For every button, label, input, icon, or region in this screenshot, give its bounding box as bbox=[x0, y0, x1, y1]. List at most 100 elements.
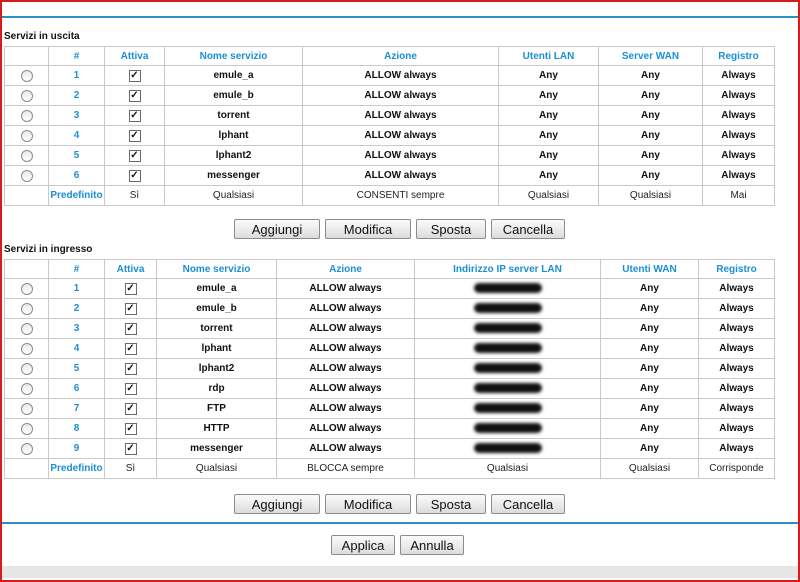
active-checkbox[interactable]: ✓ bbox=[124, 422, 137, 435]
lan-server-ip-cell bbox=[414, 358, 601, 379]
table-header-row: # Attiva Nome servizio Azione Utenti LAN… bbox=[4, 46, 775, 66]
active-checkbox[interactable]: ✓ bbox=[124, 402, 137, 415]
row-number: 2 bbox=[48, 85, 105, 106]
outgoing-delete-button[interactable]: Cancella bbox=[491, 219, 565, 239]
row-select-radio[interactable] bbox=[20, 402, 33, 415]
active-checkbox[interactable]: ✓ bbox=[124, 342, 137, 355]
bottom-bar bbox=[2, 566, 798, 578]
cancel-button[interactable]: Annulla bbox=[400, 535, 464, 555]
row-select-radio[interactable] bbox=[20, 149, 33, 162]
row-select-radio[interactable] bbox=[20, 129, 33, 142]
active-checkbox[interactable]: ✓ bbox=[124, 302, 137, 315]
row-select-radio[interactable] bbox=[20, 342, 33, 355]
row-select-radio[interactable] bbox=[20, 382, 33, 395]
default-label: Predefinito bbox=[48, 185, 105, 206]
incoming-edit-button[interactable]: Modifica bbox=[325, 494, 411, 514]
redacted-ip-address bbox=[473, 443, 542, 454]
row-number: 3 bbox=[48, 105, 105, 126]
active-checkbox[interactable]: ✓ bbox=[128, 129, 141, 142]
active-cell: ✓ bbox=[104, 65, 165, 86]
wan-server: Any bbox=[598, 105, 703, 126]
default-row: Predefinito Sì Qualsiasi CONSENTI sempre Qua… bbox=[4, 185, 775, 206]
row-select-cell bbox=[4, 298, 49, 319]
default-active: Sì bbox=[104, 458, 157, 479]
row-select-cell bbox=[4, 125, 49, 146]
active-checkbox[interactable]: ✓ bbox=[124, 442, 137, 455]
active-cell: ✓ bbox=[104, 145, 165, 166]
log: Always bbox=[698, 378, 775, 399]
outgoing-move-button[interactable]: Sposta bbox=[416, 219, 486, 239]
row-select-radio[interactable] bbox=[20, 109, 33, 122]
col-header-log: Registro bbox=[702, 46, 775, 66]
col-header-action: Azione bbox=[302, 46, 499, 66]
service-name: torrent bbox=[164, 105, 303, 126]
row-number: 8 bbox=[48, 418, 105, 439]
incoming-add-button[interactable]: Aggiungi bbox=[234, 494, 320, 514]
row-select-radio[interactable] bbox=[20, 362, 33, 375]
log: Always bbox=[698, 418, 775, 439]
col-header-wan-users: Utenti WAN bbox=[600, 259, 699, 279]
default-wan-users: Qualsiasi bbox=[600, 458, 699, 479]
apply-button[interactable]: Applica bbox=[331, 535, 395, 555]
active-checkbox[interactable]: ✓ bbox=[124, 282, 137, 295]
col-header-service: Nome servizio bbox=[164, 46, 303, 66]
row-number: 7 bbox=[48, 398, 105, 419]
row-select-radio[interactable] bbox=[20, 302, 33, 315]
wan-server: Any bbox=[598, 165, 703, 186]
incoming-section-title: Servizi in ingresso bbox=[4, 244, 93, 255]
row-select-radio[interactable] bbox=[20, 89, 33, 102]
action: ALLOW always bbox=[276, 338, 415, 359]
active-checkbox[interactable]: ✓ bbox=[128, 149, 141, 162]
lan-users: Any bbox=[498, 165, 599, 186]
table-row: 4 ✓ lphant ALLOW always Any Any Always bbox=[4, 125, 775, 146]
active-checkbox[interactable]: ✓ bbox=[128, 169, 141, 182]
service-name: lphant bbox=[164, 125, 303, 146]
default-action: CONSENTI sempre bbox=[302, 185, 499, 206]
table-row: 6 ✓ rdp ALLOW always Any Always bbox=[4, 378, 775, 399]
incoming-delete-button[interactable]: Cancella bbox=[491, 494, 565, 514]
active-checkbox[interactable]: ✓ bbox=[124, 322, 137, 335]
active-checkbox[interactable]: ✓ bbox=[128, 89, 141, 102]
action: ALLOW always bbox=[276, 438, 415, 459]
row-select-radio[interactable] bbox=[20, 282, 33, 295]
row-select-radio[interactable] bbox=[20, 169, 33, 182]
col-header-num: # bbox=[48, 46, 105, 66]
row-select-radio[interactable] bbox=[20, 322, 33, 335]
lan-server-ip-cell bbox=[414, 318, 601, 339]
top-divider bbox=[2, 16, 798, 18]
action: ALLOW always bbox=[302, 145, 499, 166]
row-number: 6 bbox=[48, 165, 105, 186]
row-number: 4 bbox=[48, 125, 105, 146]
log: Always bbox=[702, 105, 775, 126]
redacted-ip-address bbox=[473, 303, 542, 314]
active-checkbox[interactable]: ✓ bbox=[124, 382, 137, 395]
row-select-radio[interactable] bbox=[20, 69, 33, 82]
empty-cell bbox=[4, 458, 49, 479]
lan-users: Any bbox=[498, 65, 599, 86]
row-number: 1 bbox=[48, 65, 105, 86]
action: ALLOW always bbox=[302, 105, 499, 126]
active-checkbox[interactable]: ✓ bbox=[128, 109, 141, 122]
row-select-radio[interactable] bbox=[20, 442, 33, 455]
log: Always bbox=[702, 145, 775, 166]
service-name: emule_b bbox=[156, 298, 277, 319]
default-row: Predefinito Sì Qualsiasi BLOCCA sempre Quals… bbox=[4, 458, 775, 479]
row-select-cell bbox=[4, 398, 49, 419]
incoming-move-button[interactable]: Sposta bbox=[416, 494, 486, 514]
service-name: lphant bbox=[156, 338, 277, 359]
lan-server-ip-cell bbox=[414, 338, 601, 359]
active-checkbox[interactable]: ✓ bbox=[124, 362, 137, 375]
outgoing-edit-button[interactable]: Modifica bbox=[325, 219, 411, 239]
row-number: 6 bbox=[48, 378, 105, 399]
lan-users: Any bbox=[498, 105, 599, 126]
incoming-services-table: # Attiva Nome servizio Azione Indirizzo … bbox=[4, 259, 775, 479]
col-header-log: Registro bbox=[698, 259, 775, 279]
lan-server-ip-cell bbox=[414, 418, 601, 439]
lan-server-ip-cell bbox=[414, 398, 601, 419]
active-checkbox[interactable]: ✓ bbox=[128, 69, 141, 82]
outgoing-add-button[interactable]: Aggiungi bbox=[234, 219, 320, 239]
row-select-radio[interactable] bbox=[20, 422, 33, 435]
action: ALLOW always bbox=[276, 378, 415, 399]
action: ALLOW always bbox=[276, 318, 415, 339]
table-row: 9 ✓ messenger ALLOW always Any Always bbox=[4, 438, 775, 459]
